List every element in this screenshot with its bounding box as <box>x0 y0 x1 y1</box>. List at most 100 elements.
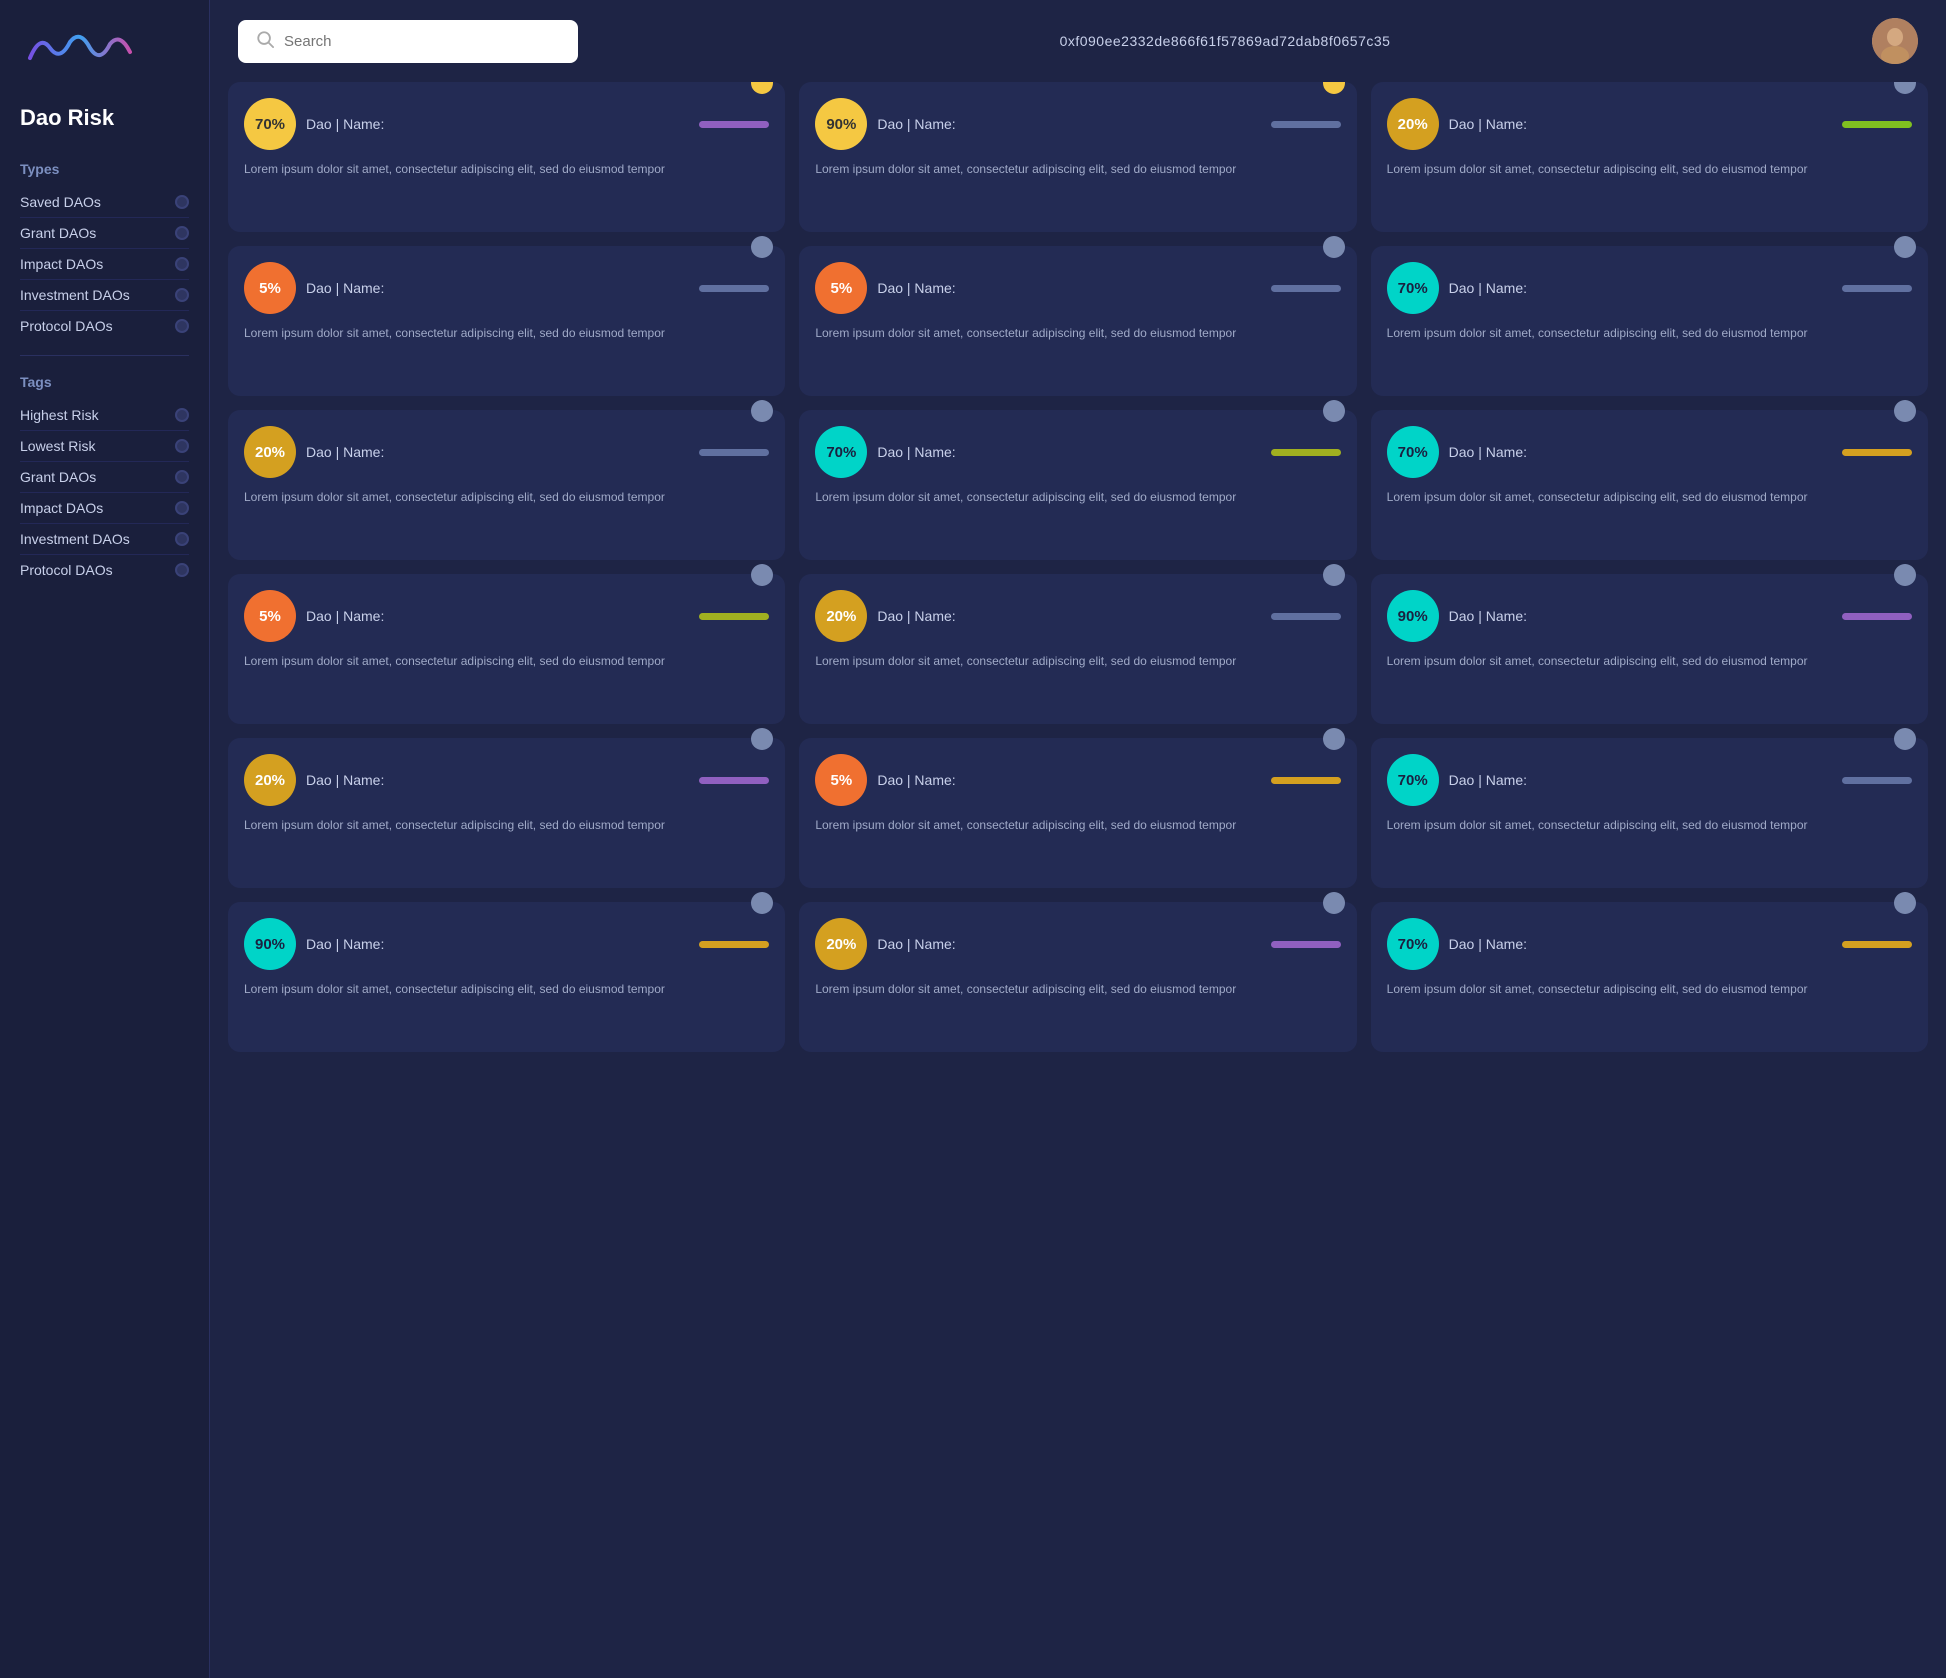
sidebar-dot <box>175 195 189 209</box>
card-top: 70% Dao | Name: <box>1387 426 1912 478</box>
dao-card[interactable]: 70% Dao | Name: Lorem ipsum dolor sit am… <box>1371 902 1928 1052</box>
card-top: 20% Dao | Name: <box>244 754 769 806</box>
search-bar[interactable] <box>238 20 578 63</box>
dao-name-label: Dao | Name: <box>306 280 384 296</box>
card-body-text: Lorem ipsum dolor sit amet, consectetur … <box>1387 488 1912 506</box>
card-status-dot <box>751 564 773 586</box>
sidebar-item-label: Impact DAOs <box>20 256 103 272</box>
dao-name-label: Dao | Name: <box>1449 280 1527 296</box>
logo <box>20 24 189 77</box>
card-top: 20% Dao | Name: <box>815 918 1340 970</box>
risk-badge: 70% <box>1387 262 1439 314</box>
sidebar-item-tag[interactable]: Lowest Risk <box>20 431 189 462</box>
card-status-dot <box>751 236 773 258</box>
sidebar-item-label: Protocol DAOs <box>20 318 113 334</box>
risk-badge: 20% <box>244 754 296 806</box>
sidebar-dot <box>175 257 189 271</box>
dao-card[interactable]: 20% Dao | Name: Lorem ipsum dolor sit am… <box>228 410 785 560</box>
card-left: 90% Dao | Name: <box>1387 590 1832 642</box>
dao-card[interactable]: 20% Dao | Name: Lorem ipsum dolor sit am… <box>799 574 1356 724</box>
card-bar <box>1271 777 1341 784</box>
card-status-dot <box>1894 236 1916 258</box>
risk-badge: 90% <box>1387 590 1439 642</box>
cards-grid: 70% Dao | Name: Lorem ipsum dolor sit am… <box>228 82 1928 1052</box>
card-bar-area <box>1271 941 1341 948</box>
card-top: 90% Dao | Name: <box>1387 590 1912 642</box>
dao-name-label: Dao | Name: <box>1449 444 1527 460</box>
dao-card[interactable]: 20% Dao | Name: Lorem ipsum dolor sit am… <box>1371 82 1928 232</box>
card-bar <box>699 285 769 292</box>
card-top: 5% Dao | Name: <box>244 590 769 642</box>
card-status-dot <box>751 400 773 422</box>
dao-name-label: Dao | Name: <box>306 772 384 788</box>
card-top: 5% Dao | Name: <box>244 262 769 314</box>
dao-card[interactable]: 70% Dao | Name: Lorem ipsum dolor sit am… <box>799 410 1356 560</box>
card-status-dot <box>1894 82 1916 94</box>
dao-card[interactable]: 5% Dao | Name: Lorem ipsum dolor sit ame… <box>799 246 1356 396</box>
card-bar <box>699 941 769 948</box>
dao-card[interactable]: 90% Dao | Name: Lorem ipsum dolor sit am… <box>228 902 785 1052</box>
dao-card[interactable]: 70% Dao | Name: Lorem ipsum dolor sit am… <box>228 82 785 232</box>
card-body-text: Lorem ipsum dolor sit amet, consectetur … <box>244 980 769 998</box>
sidebar-item-type[interactable]: Grant DAOs <box>20 218 189 249</box>
card-body-text: Lorem ipsum dolor sit amet, consectetur … <box>1387 980 1912 998</box>
dao-card[interactable]: 5% Dao | Name: Lorem ipsum dolor sit ame… <box>228 246 785 396</box>
card-bar-area <box>1842 613 1912 620</box>
sidebar-item-type[interactable]: Impact DAOs <box>20 249 189 280</box>
card-left: 5% Dao | Name: <box>244 262 689 314</box>
risk-badge: 70% <box>244 98 296 150</box>
card-status-dot <box>1894 892 1916 914</box>
dao-card[interactable]: 5% Dao | Name: Lorem ipsum dolor sit ame… <box>799 738 1356 888</box>
sidebar-item-tag[interactable]: Investment DAOs <box>20 524 189 555</box>
sidebar-item-tag[interactable]: Protocol DAOs <box>20 555 189 585</box>
dao-card[interactable]: 70% Dao | Name: Lorem ipsum dolor sit am… <box>1371 410 1928 560</box>
header: 0xf090ee2332de866f61f57869ad72dab8f0657c… <box>210 0 1946 82</box>
card-left: 70% Dao | Name: <box>244 98 689 150</box>
dao-card[interactable]: 90% Dao | Name: Lorem ipsum dolor sit am… <box>799 82 1356 232</box>
card-left: 20% Dao | Name: <box>1387 98 1832 150</box>
types-section-label: Types <box>20 161 189 177</box>
card-status-dot <box>1894 728 1916 750</box>
card-body-text: Lorem ipsum dolor sit amet, consectetur … <box>244 324 769 342</box>
card-left: 5% Dao | Name: <box>244 590 689 642</box>
risk-badge: 5% <box>244 262 296 314</box>
card-bar <box>1271 121 1341 128</box>
sidebar-item-label: Grant DAOs <box>20 225 96 241</box>
card-left: 70% Dao | Name: <box>1387 426 1832 478</box>
card-status-dot <box>1323 236 1345 258</box>
card-bar <box>1842 285 1912 292</box>
sidebar-item-tag[interactable]: Highest Risk <box>20 400 189 431</box>
dao-card[interactable]: 70% Dao | Name: Lorem ipsum dolor sit am… <box>1371 246 1928 396</box>
risk-badge: 20% <box>244 426 296 478</box>
dao-card[interactable]: 5% Dao | Name: Lorem ipsum dolor sit ame… <box>228 574 785 724</box>
search-input[interactable] <box>284 33 560 50</box>
card-bar <box>1271 613 1341 620</box>
card-bar-area <box>699 121 769 128</box>
card-bar <box>1842 777 1912 784</box>
sidebar-item-tag[interactable]: Grant DAOs <box>20 462 189 493</box>
card-bar-area <box>699 449 769 456</box>
sidebar-item-tag[interactable]: Impact DAOs <box>20 493 189 524</box>
sidebar-item-type[interactable]: Saved DAOs <box>20 187 189 218</box>
sidebar-dot <box>175 408 189 422</box>
risk-badge: 90% <box>815 98 867 150</box>
dao-name-label: Dao | Name: <box>1449 608 1527 624</box>
dao-card[interactable]: 20% Dao | Name: Lorem ipsum dolor sit am… <box>228 738 785 888</box>
sidebar-item-type[interactable]: Protocol DAOs <box>20 311 189 341</box>
sidebar-title: Dao Risk <box>20 105 189 131</box>
card-bar-area <box>1271 613 1341 620</box>
card-body-text: Lorem ipsum dolor sit amet, consectetur … <box>244 652 769 670</box>
sidebar-dot <box>175 470 189 484</box>
dao-name-label: Dao | Name: <box>1449 116 1527 132</box>
dao-card[interactable]: 20% Dao | Name: Lorem ipsum dolor sit am… <box>799 902 1356 1052</box>
dao-name-label: Dao | Name: <box>877 280 955 296</box>
risk-badge: 20% <box>815 918 867 970</box>
card-body-text: Lorem ipsum dolor sit amet, consectetur … <box>244 816 769 834</box>
risk-badge: 90% <box>244 918 296 970</box>
dao-card[interactable]: 70% Dao | Name: Lorem ipsum dolor sit am… <box>1371 738 1928 888</box>
card-bar-area <box>1842 777 1912 784</box>
card-body-text: Lorem ipsum dolor sit amet, consectetur … <box>1387 324 1912 342</box>
sidebar: Dao Risk Types Saved DAOs Grant DAOs Imp… <box>0 0 210 1678</box>
dao-card[interactable]: 90% Dao | Name: Lorem ipsum dolor sit am… <box>1371 574 1928 724</box>
sidebar-item-type[interactable]: Investment DAOs <box>20 280 189 311</box>
